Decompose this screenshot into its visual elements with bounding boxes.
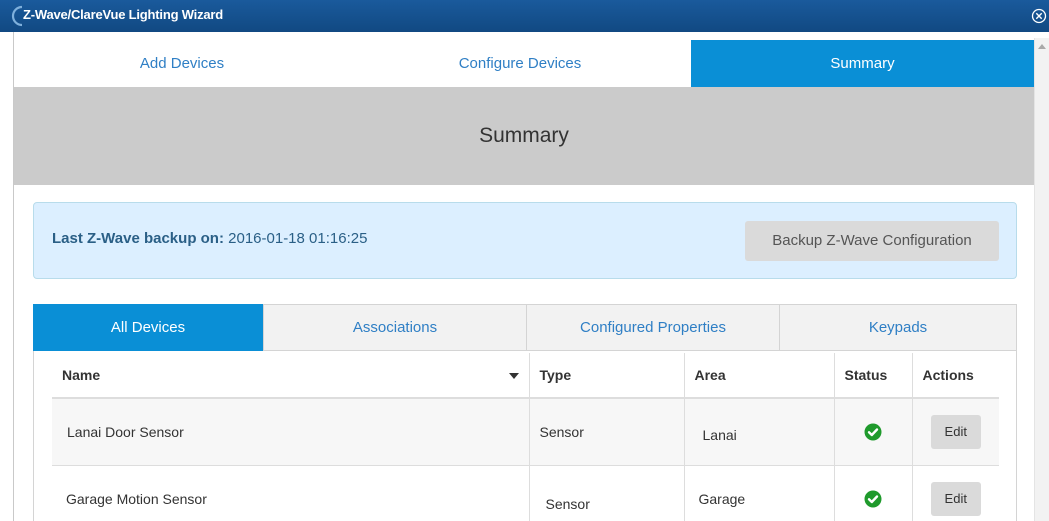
device-status [834,398,913,466]
vertical-scrollbar[interactable] [1034,38,1049,521]
tab-summary[interactable]: Summary [691,40,1034,87]
device-status [834,465,913,521]
tab-configure-devices[interactable]: Configure Devices [350,40,690,87]
devices-table-container: Name Type Area Status Actions Lanai Door… [33,351,1017,521]
tab-add-devices[interactable]: Add Devices [14,40,350,87]
backup-configuration-button[interactable]: Backup Z-Wave Configuration [745,221,999,261]
window-frame [0,32,14,521]
device-actions: Edit [912,465,999,521]
edit-device-button[interactable]: Edit [930,481,981,516]
window-title-bar: Z-Wave/ClareVue Lighting Wizard [0,0,1049,32]
column-header-status[interactable]: Status [834,353,913,399]
tab-associations[interactable]: Associations [263,304,527,351]
edit-device-button[interactable]: Edit [930,414,981,449]
device-area: Garage [684,465,835,521]
device-type: Sensor [529,465,685,521]
backup-status: Last Z-Wave backup on: 2016-01-18 01:16:… [52,230,367,247]
backup-timestamp: 2016-01-18 01:16:25 [228,230,368,247]
column-header-name[interactable]: Name [52,353,530,399]
device-tab-bar: All Devices Associations Configured Prop… [33,304,1017,351]
column-header-area[interactable]: Area [684,353,835,399]
wizard-tab-bar: Add Devices Configure Devices Summary [14,40,1034,87]
tab-keypads[interactable]: Keypads [779,304,1017,351]
table-header-row: Name Type Area Status Actions [52,353,999,399]
device-name: Lanai Door Sensor [52,398,530,466]
column-header-actions: Actions [912,353,999,399]
device-actions: Edit [912,398,999,466]
device-type: Sensor [529,398,685,466]
table-row: Garage Motion Sensor Sensor Garage Edit [52,465,999,521]
status-ok-check-icon [864,423,882,441]
column-header-name-label: Name [62,367,101,383]
page-title: Summary [14,87,1034,185]
window-title: Z-Wave/ClareVue Lighting Wizard [23,7,224,22]
backup-info-panel: Last Z-Wave backup on: 2016-01-18 01:16:… [33,202,1017,279]
tab-configured-properties[interactable]: Configured Properties [526,304,780,351]
scroll-up-arrow-icon[interactable] [1038,44,1046,49]
sort-desc-icon[interactable] [508,373,519,379]
device-area: Lanai [684,398,835,466]
status-ok-check-icon [864,490,882,508]
backup-label: Last Z-Wave backup on: [52,230,224,247]
tab-all-devices[interactable]: All Devices [33,304,263,351]
device-name: Garage Motion Sensor [52,465,530,521]
column-header-type[interactable]: Type [529,353,685,399]
table-row: Lanai Door Sensor Sensor Lanai Edit [52,398,999,466]
devices-table: Name Type Area Status Actions Lanai Door… [52,353,999,521]
close-icon[interactable] [1031,8,1047,24]
